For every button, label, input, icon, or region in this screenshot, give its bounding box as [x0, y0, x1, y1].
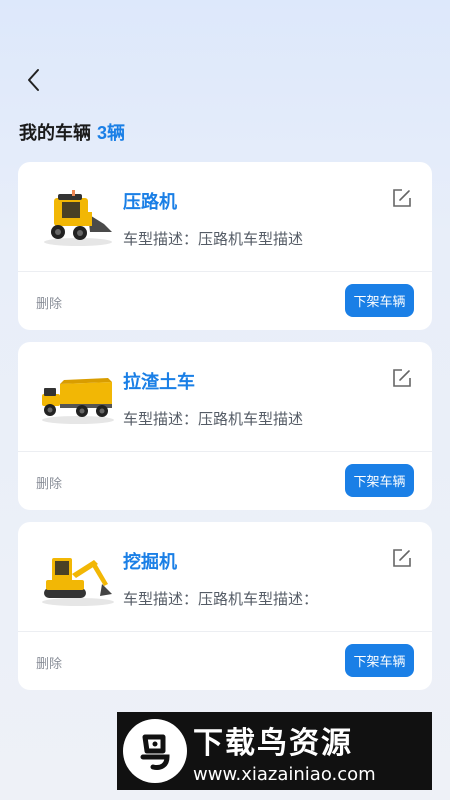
dump-truck-icon [42, 378, 114, 424]
vehicle-description: 车型描述：压路机车型描述 [123, 231, 304, 248]
vehicle-description: 车型描述：压路机车型描述： [123, 591, 319, 608]
chevron-left-icon [28, 69, 39, 91]
divider [18, 451, 432, 452]
watermark-banner: 下载鸟资源 www.xiazainiao.com [117, 712, 432, 790]
skid-steer-loader-icon [44, 190, 112, 246]
vehicle-name[interactable]: 挖掘机 [123, 548, 177, 574]
page-header: 我的车辆 3辆 [19, 119, 125, 145]
edit-icon[interactable] [392, 548, 412, 568]
vehicle-description: 车型描述：压路机车型描述 [123, 411, 304, 428]
excavator-icon [42, 558, 114, 606]
delete-button[interactable]: 删除 [36, 473, 62, 492]
vehicle-card: 挖掘机 车型描述：压路机车型描述： 删除 下架车辆 [18, 522, 432, 690]
vehicle-card-body[interactable]: 挖掘机 车型描述：压路机车型描述： [18, 522, 432, 632]
divider [18, 271, 432, 272]
divider [18, 631, 432, 632]
vehicle-card-body[interactable]: 压路机 车型描述：压路机车型描述 [18, 162, 432, 272]
bird-logo-icon [123, 719, 187, 783]
delete-button[interactable]: 删除 [36, 653, 62, 672]
page-title: 我的车辆 [19, 123, 91, 143]
watermark-name: 下载鸟资源 [193, 725, 353, 761]
watermark-url: www.xiazainiao.com [193, 763, 376, 785]
vehicle-name[interactable]: 拉渣土车 [123, 368, 195, 394]
vehicle-count: 3辆 [97, 123, 126, 143]
vehicle-card-body[interactable]: 拉渣土车 车型描述：压路机车型描述 [18, 342, 432, 452]
edit-icon[interactable] [392, 188, 412, 208]
vehicle-card: 拉渣土车 车型描述：压路机车型描述 删除 下架车辆 [18, 342, 432, 510]
delete-button[interactable]: 删除 [36, 293, 62, 312]
vehicle-card: 压路机 车型描述：压路机车型描述 删除 下架车辆 [18, 162, 432, 330]
edit-icon[interactable] [392, 368, 412, 388]
delist-vehicle-button[interactable]: 下架车辆 [345, 644, 414, 677]
back-button[interactable] [22, 66, 46, 94]
watermark-text: 下载鸟资源 www.xiazainiao.com [193, 718, 376, 785]
delist-vehicle-button[interactable]: 下架车辆 [345, 284, 414, 317]
delist-vehicle-button[interactable]: 下架车辆 [345, 464, 414, 497]
vehicle-name[interactable]: 压路机 [123, 188, 177, 214]
